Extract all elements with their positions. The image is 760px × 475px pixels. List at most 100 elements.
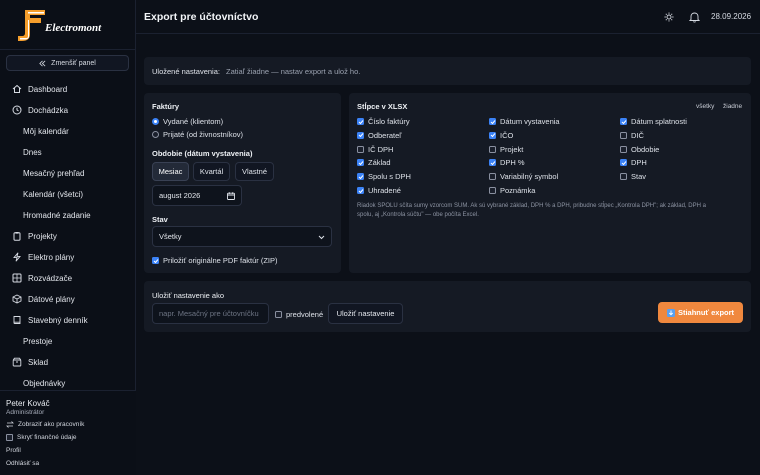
column-option[interactable]: DIČ (620, 131, 644, 140)
sidebar-item-attendance[interactable]: Dochádzka (12, 103, 68, 117)
check-icon (358, 119, 363, 124)
select-none-link[interactable]: žiadne (723, 103, 742, 110)
sidebar-item-label: Rozvádzače (28, 273, 73, 283)
download-export-button[interactable]: Stiahnuť export (658, 302, 743, 323)
column-option[interactable]: Číslo faktúry (357, 117, 410, 126)
sidebar-item-today[interactable]: Dnes (23, 145, 42, 159)
column-checkbox[interactable] (357, 173, 364, 181)
received-radio-option[interactable]: Prijaté (od živnostníkov) (152, 130, 243, 139)
sun-icon[interactable] (664, 12, 674, 22)
column-checkbox[interactable] (620, 145, 627, 153)
received-radio[interactable] (152, 131, 159, 138)
save-settings-panel: Uložiť nastavenie ako napr. Mesačný pre … (144, 281, 751, 332)
bell-icon[interactable] (689, 11, 700, 23)
column-option[interactable]: Projekt (489, 145, 523, 154)
sidebar-item-dashboard[interactable]: Dashboard (12, 82, 67, 96)
column-option[interactable]: DPH (620, 158, 647, 167)
column-label: Základ (368, 158, 391, 168)
sidebar-item-label: Mesačný prehľad (23, 168, 85, 178)
sidebar-item-my-calendar[interactable]: Môj kalendár (23, 124, 69, 138)
default-label: predvolené (286, 310, 324, 319)
logout-link[interactable]: Odhlásiť sa (6, 460, 39, 467)
default-checkbox[interactable] (275, 311, 282, 318)
column-checkbox[interactable] (620, 173, 627, 181)
sidebar-item-switchboards[interactable]: Rozvádzače (12, 271, 72, 285)
sidebar-item-electro-plans[interactable]: Elektro plány (12, 250, 74, 264)
shrink-panel-button[interactable]: Zmenšiť panel (6, 55, 129, 71)
sidebar-item-projects[interactable]: Projekty (12, 229, 57, 243)
column-option[interactable]: Dátum splatnosti (620, 117, 687, 126)
default-option[interactable]: predvolené (275, 310, 323, 319)
attach-pdf-option[interactable]: Priložiť originálne PDF faktúr (ZIP) (152, 256, 278, 265)
home-icon (12, 84, 22, 93)
received-label: Prijaté (od živnostníkov) (163, 130, 244, 139)
sidebar: Electromont Zmenšiť panel Dashboard Doch… (0, 0, 136, 475)
attach-pdf-checkbox[interactable] (152, 257, 159, 264)
view-as-worker-button[interactable]: Zobraziť ako pracovník (6, 421, 84, 428)
column-label: Poznámka (500, 186, 536, 195)
sidebar-item-monthly-overview[interactable]: Mesačný prehľad (23, 166, 84, 180)
save-settings-button[interactable]: Uložiť nastavenie (328, 303, 403, 324)
column-checkbox[interactable] (489, 145, 496, 153)
column-checkbox[interactable] (489, 118, 496, 125)
sidebar-item-bulk-entry[interactable]: Hromadné zadanie (23, 208, 91, 222)
sidebar-item-label: Prestoje (23, 336, 53, 346)
column-label: Dátum splatnosti (631, 117, 687, 126)
column-option[interactable]: Stav (620, 172, 646, 181)
column-option[interactable]: Obdobie (620, 145, 659, 154)
column-option[interactable]: IČO (489, 131, 513, 140)
status-title: Stav (152, 215, 168, 224)
column-checkbox[interactable] (489, 173, 496, 181)
column-checkbox[interactable] (357, 145, 364, 153)
column-checkbox[interactable] (357, 131, 364, 139)
status-select[interactable]: Všetky (152, 226, 332, 247)
column-checkbox[interactable] (620, 131, 627, 139)
issued-radio[interactable] (152, 118, 159, 125)
column-option[interactable]: Uhradené (357, 186, 401, 195)
sidebar-footer: Peter Kováč Administrátor Zobraziť ako p… (0, 390, 136, 475)
column-checkbox[interactable] (357, 187, 364, 194)
select-all-link[interactable]: všetky (696, 103, 714, 110)
sidebar-item-calendar-all[interactable]: Kalendár (všetci) (23, 187, 83, 201)
column-option[interactable]: IČ DPH (357, 145, 393, 154)
sidebar-item-construction-diary[interactable]: Stavebný denník (12, 313, 88, 327)
shrink-panel-label: Zmenšiť panel (51, 59, 96, 67)
config-name-input[interactable]: napr. Mesačný pre účtovníčku (152, 303, 269, 324)
column-option[interactable]: Základ (357, 158, 391, 167)
column-option[interactable]: Odberateľ (357, 131, 401, 140)
column-checkbox[interactable] (620, 118, 627, 125)
sidebar-item-warehouse[interactable]: Sklad (12, 355, 48, 369)
sidebar-item-label: Objednávky (23, 378, 66, 388)
hide-financial-toggle[interactable]: Skryť finančné údaje (6, 434, 77, 441)
logo[interactable]: Electromont (17, 8, 127, 44)
sidebar-item-downtimes[interactable]: Prestoje (23, 334, 52, 348)
sidebar-item-orders[interactable]: Objednávky (23, 376, 65, 390)
column-checkbox[interactable] (489, 131, 496, 139)
view-as-worker-label: Zobraziť ako pracovník (18, 421, 85, 428)
hide-financial-checkbox[interactable] (6, 434, 13, 441)
month-picker[interactable]: august 2026 (152, 185, 242, 206)
column-option[interactable]: DPH % (489, 158, 525, 167)
issued-radio-option[interactable]: Vydané (klientom) (152, 117, 223, 126)
saved-settings-label: Uložené nastavenia: (152, 67, 220, 76)
user-role: Administrátor (6, 409, 45, 416)
column-checkbox[interactable] (489, 159, 496, 167)
column-option[interactable]: Spolu s DPH (357, 172, 411, 181)
tab-custom[interactable]: Vlastné (235, 162, 274, 181)
column-checkbox[interactable] (357, 118, 364, 125)
tab-quarter[interactable]: Kvartál (193, 162, 230, 181)
column-option[interactable]: Variabilný symbol (489, 172, 558, 181)
column-checkbox[interactable] (489, 187, 496, 194)
tab-month[interactable]: Mesiac (152, 162, 189, 181)
profile-link[interactable]: Profil (6, 447, 21, 454)
column-checkbox[interactable] (620, 159, 627, 167)
check-icon (358, 161, 363, 166)
column-label: Variabilný symbol (500, 172, 559, 182)
column-label: Číslo faktúry (368, 117, 410, 126)
column-option[interactable]: Poznámka (489, 186, 535, 195)
column-label: DIČ (631, 130, 644, 140)
sidebar-item-label: Dátové plány (28, 294, 75, 304)
sidebar-item-data-plans[interactable]: Dátové plány (12, 292, 75, 306)
column-option[interactable]: Dátum vystavenia (489, 117, 560, 126)
column-checkbox[interactable] (357, 159, 364, 167)
